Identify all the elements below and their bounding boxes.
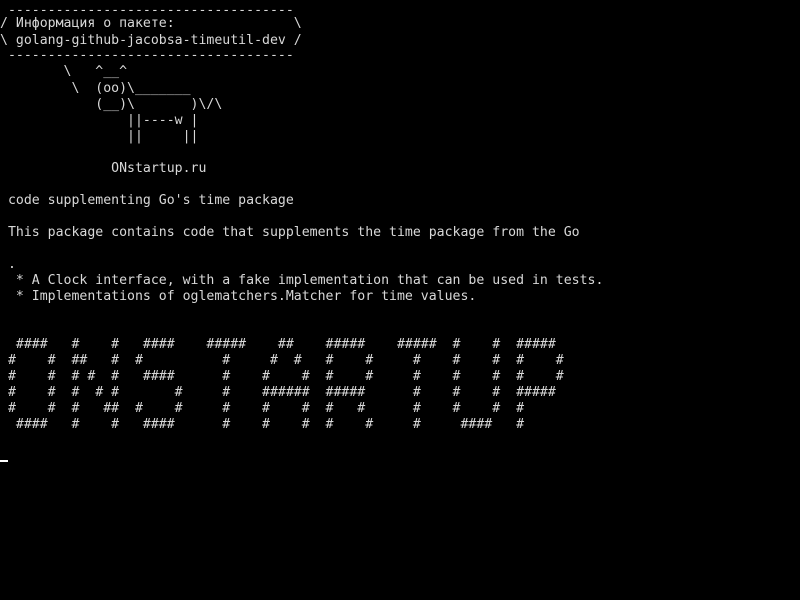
package-bullet: * Implementations of oglematchers.Matche… bbox=[0, 289, 477, 304]
package-summary: code supplementing Go's time package bbox=[0, 193, 294, 208]
package-bullet: * A Clock interface, with a fake impleme… bbox=[0, 273, 604, 288]
cow-art-line: ||----w | bbox=[0, 113, 199, 128]
site-label: ONstartup.ru bbox=[0, 161, 207, 176]
ascii-banner-row: #### # # #### ##### ## ##### ##### # # #… bbox=[0, 337, 556, 352]
speech-bubble-package-name: \ golang-github-jacobsa-timeutil-dev / bbox=[0, 33, 302, 48]
ascii-banner-row: # # # # # #### # # # # # # # # # # bbox=[0, 369, 564, 384]
speech-bubble-bottom-border: ------------------------------------ bbox=[0, 48, 294, 63]
terminal-screen[interactable]: ------------------------------------ / И… bbox=[0, 0, 800, 600]
text-cursor bbox=[0, 460, 8, 462]
cow-art-line: \ ^__^ bbox=[0, 64, 128, 79]
package-description: This package contains code that suppleme… bbox=[0, 225, 580, 240]
cow-art-line: || || bbox=[0, 129, 199, 144]
cow-art-line: \ (oo)\_______ bbox=[0, 81, 191, 96]
ascii-banner-row: #### # # #### # # # # # # #### # bbox=[0, 417, 525, 432]
package-description-dot: . bbox=[0, 257, 16, 272]
ascii-banner-row: # # # # # # # ###### ##### # # # ##### bbox=[0, 385, 556, 400]
cow-art-line: (__)\ )\/\ bbox=[0, 97, 223, 112]
ascii-banner-row: # # # ## # # # # # # # # # # # bbox=[0, 401, 525, 416]
ascii-banner-row: # # ## # # # # # # # # # # # # bbox=[0, 353, 564, 368]
speech-bubble-title: / Информация о пакете: \ bbox=[0, 16, 302, 31]
